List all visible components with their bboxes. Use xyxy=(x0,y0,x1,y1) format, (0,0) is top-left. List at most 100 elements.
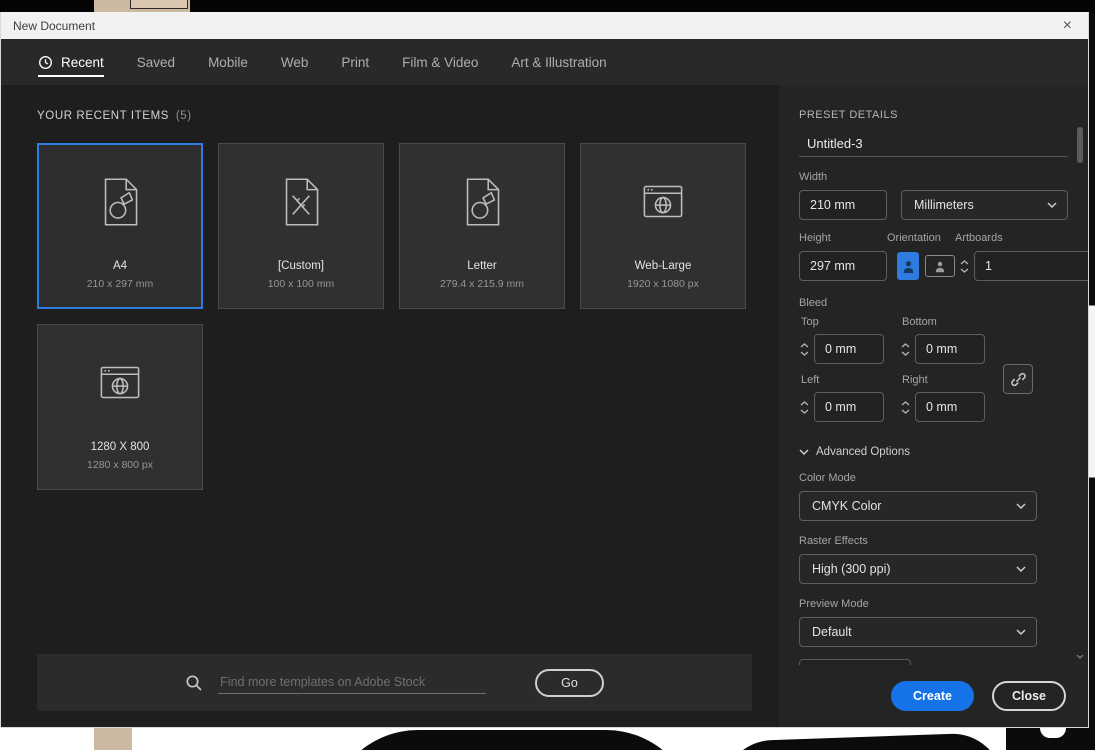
bleed-right-stepper[interactable] xyxy=(900,400,911,414)
bleed-top-stepper[interactable] xyxy=(799,342,810,356)
chevron-down-icon xyxy=(901,351,910,356)
new-document-dialog: New Document × Recent Saved Mobile Web P… xyxy=(0,12,1089,728)
advanced-options-label: Advanced Options xyxy=(816,446,910,458)
width-input[interactable] xyxy=(799,190,887,220)
tab-label: Mobile xyxy=(208,54,248,70)
web-globe-icon xyxy=(89,351,151,415)
chevron-down-icon xyxy=(1016,629,1026,635)
preview-mode-value: Default xyxy=(812,625,852,639)
search-icon xyxy=(186,674,202,691)
clock-icon xyxy=(39,55,52,69)
preset-card-grid: A4 210 x 297 mm [Custom] 100 x 100 mm Le… xyxy=(37,143,752,490)
bleed-controls: Top Bottom xyxy=(799,316,1068,432)
tab-art-illustration[interactable]: Art & Illustration xyxy=(511,39,606,85)
create-button[interactable]: Create xyxy=(891,681,974,711)
go-button[interactable]: Go xyxy=(535,668,604,697)
tab-saved[interactable]: Saved xyxy=(137,39,175,85)
advanced-options-toggle[interactable]: Advanced Options xyxy=(799,446,1068,458)
document-name-input[interactable] xyxy=(799,131,1068,157)
close-button[interactable]: Close xyxy=(991,681,1066,711)
landscape-person-icon xyxy=(935,261,945,272)
bleed-bottom-label: Bottom xyxy=(902,316,937,328)
preset-card-web-large[interactable]: Web-Large 1920 x 1080 px xyxy=(580,143,746,309)
bleed-top-input[interactable] xyxy=(814,334,884,364)
artboards-input[interactable] xyxy=(974,251,1088,281)
tab-mobile[interactable]: Mobile xyxy=(208,39,248,85)
chevron-up-icon xyxy=(800,400,809,405)
height-input[interactable] xyxy=(799,251,887,281)
tab-bar: Recent Saved Mobile Web Print Film & Vid… xyxy=(1,39,1088,85)
bleed-bottom-input[interactable] xyxy=(915,334,985,364)
orientation-toggle xyxy=(897,252,955,280)
scroll-down-arrow-icon[interactable] xyxy=(1076,654,1084,659)
recent-items-heading-text: YOUR RECENT ITEMS xyxy=(37,110,170,122)
tab-label: Web xyxy=(280,54,309,70)
dialog-footer: Create Close xyxy=(779,665,1088,727)
preset-dimensions: 279.4 x 215.9 mm xyxy=(439,278,525,290)
artboards-stepper[interactable] xyxy=(959,259,970,273)
dialog-titlebar: New Document × xyxy=(1,12,1088,39)
chevron-up-icon xyxy=(800,342,809,347)
width-label: Width xyxy=(799,171,828,183)
bleed-top-label: Top xyxy=(801,316,819,328)
tab-label: Saved xyxy=(136,54,176,70)
height-label: Height xyxy=(799,232,831,244)
artboard-document-icon xyxy=(89,170,151,234)
tab-label: Print xyxy=(341,54,370,70)
screen: New Document × Recent Saved Mobile Web P… xyxy=(0,0,1095,750)
preset-details-heading: PRESET DETAILS xyxy=(799,109,898,121)
preset-card-a4[interactable]: A4 210 x 297 mm xyxy=(37,143,203,309)
bleed-left-input[interactable] xyxy=(814,392,884,422)
artboards-control xyxy=(959,251,1088,281)
preset-dimensions: 1920 x 1080 px xyxy=(627,278,699,290)
color-mode-dropdown[interactable]: CMYK Color xyxy=(799,491,1037,521)
tab-print[interactable]: Print xyxy=(341,39,369,85)
tab-label: Recent xyxy=(61,54,104,70)
preset-name: Web-Large xyxy=(634,260,692,272)
background-right-strip xyxy=(1089,12,1095,728)
stock-search-bar: Go xyxy=(37,654,752,711)
background-beige-column xyxy=(94,728,132,750)
bleed-right-input[interactable] xyxy=(915,392,985,422)
tab-web[interactable]: Web xyxy=(281,39,309,85)
pen-ruler-document-icon xyxy=(270,170,332,234)
preset-name: [Custom] xyxy=(277,260,324,272)
background-artwork xyxy=(0,728,1095,750)
chevron-down-icon xyxy=(800,351,809,356)
panel-scrollbar[interactable] xyxy=(1076,113,1084,659)
preset-card-letter[interactable]: Letter 279.4 x 215.9 mm xyxy=(399,143,565,309)
tab-film-video[interactable]: Film & Video xyxy=(402,39,478,85)
preset-name: Letter xyxy=(467,260,497,272)
close-icon[interactable]: × xyxy=(1059,17,1076,34)
preset-dimensions: 210 x 297 mm xyxy=(86,278,154,290)
bleed-link-toggle-button[interactable] xyxy=(1003,364,1033,394)
recent-items-count: (5) xyxy=(175,110,192,122)
orientation-landscape-button[interactable] xyxy=(925,255,955,277)
scrollbar-thumb[interactable] xyxy=(1077,127,1083,163)
chevron-down-icon xyxy=(799,449,809,455)
chevron-down-icon xyxy=(960,268,969,273)
web-globe-icon xyxy=(632,170,694,234)
artboard-document-icon xyxy=(451,170,513,234)
tab-recent[interactable]: Recent xyxy=(38,39,104,85)
chevron-down-icon xyxy=(901,409,910,414)
preset-card-custom[interactable]: [Custom] 100 x 100 mm xyxy=(218,143,384,309)
raster-effects-dropdown[interactable]: High (300 ppi) xyxy=(799,554,1037,584)
preset-name: 1280 X 800 xyxy=(90,441,150,453)
color-mode-value: CMYK Color xyxy=(812,499,882,513)
preset-card-1280x800[interactable]: 1280 X 800 1280 x 800 px xyxy=(37,324,203,490)
chevron-up-icon xyxy=(960,259,969,264)
artboards-label: Artboards xyxy=(955,232,1003,244)
preview-mode-label: Preview Mode xyxy=(799,598,869,610)
chevron-up-icon xyxy=(901,342,910,347)
bleed-bottom-stepper[interactable] xyxy=(900,342,911,356)
chevron-down-icon xyxy=(1047,202,1057,208)
stock-search-input[interactable] xyxy=(218,671,487,694)
bleed-left-stepper[interactable] xyxy=(799,400,810,414)
preview-mode-dropdown[interactable]: Default xyxy=(799,617,1037,647)
preset-dimensions: 1280 x 800 px xyxy=(87,459,153,471)
bleed-left-label: Left xyxy=(801,374,820,386)
orientation-portrait-button[interactable] xyxy=(897,252,919,280)
units-dropdown[interactable]: Millimeters xyxy=(901,190,1068,220)
chain-link-icon xyxy=(1010,372,1026,386)
